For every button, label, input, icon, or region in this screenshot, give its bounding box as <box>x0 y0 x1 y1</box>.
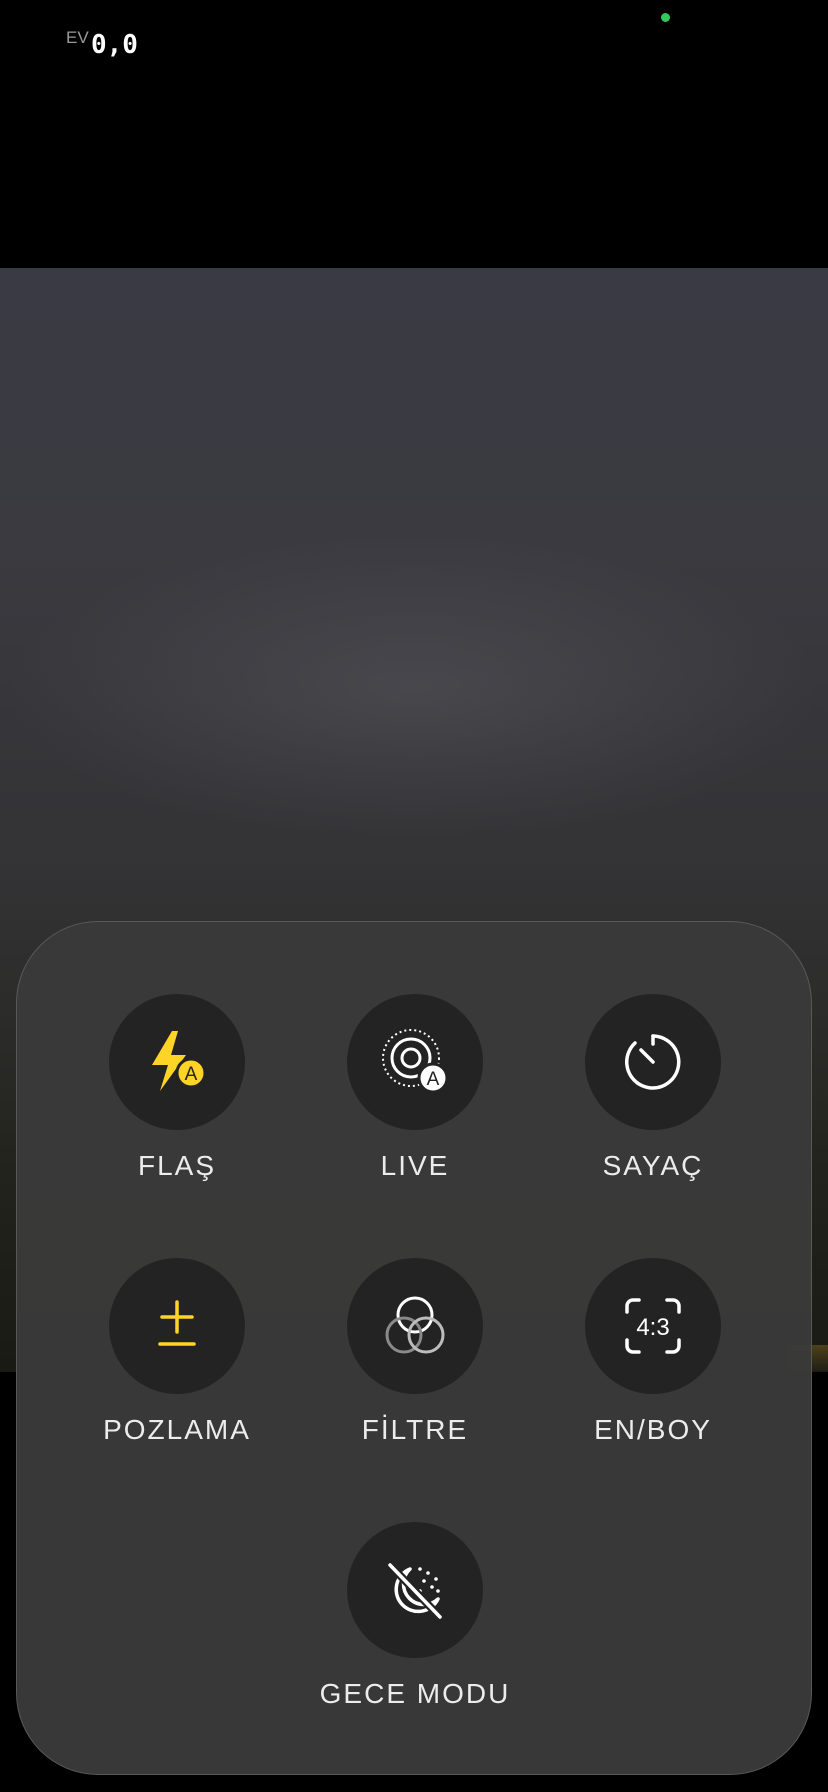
flash-control[interactable]: A FLAŞ <box>57 994 297 1182</box>
exposure-plus-minus-icon <box>158 1300 196 1346</box>
live-photo-auto-icon: A <box>382 1029 449 1094</box>
camera-controls-panel: A FLAŞ A LIVE SAYAÇ POZLAMA FİLTRE 4:3 E… <box>16 921 812 1775</box>
aspect-ratio-icon: 4:3 <box>625 1298 681 1354</box>
night-mode-off-icon <box>387 1562 443 1620</box>
filter-control[interactable]: FİLTRE <box>295 1258 535 1446</box>
night-mode-button[interactable] <box>347 1522 483 1658</box>
night-mode-label: GECE MODU <box>319 1678 511 1709</box>
ev-label: EV <box>66 28 89 47</box>
aspect-ratio-control[interactable]: 4:3 EN/BOY <box>533 1258 773 1446</box>
flash-auto-icon: A <box>152 1031 207 1091</box>
timer-label: SAYAÇ <box>602 1150 704 1181</box>
timer-button[interactable] <box>585 994 721 1130</box>
filter-button[interactable] <box>347 1258 483 1394</box>
camera-in-use-indicator <box>661 13 670 22</box>
ev-value: 0,0 <box>91 30 138 60</box>
filter-circles-icon <box>385 1296 445 1354</box>
filter-label: FİLTRE <box>361 1414 469 1445</box>
flash-button[interactable]: A <box>109 994 245 1130</box>
live-control[interactable]: A LIVE <box>295 994 535 1182</box>
aspect-ratio-icon-text: 4:3 <box>636 1314 669 1341</box>
aspect-ratio-label: EN/BOY <box>594 1414 712 1445</box>
live-button[interactable]: A <box>347 994 483 1130</box>
timer-control[interactable]: SAYAÇ <box>533 994 773 1182</box>
aspect-ratio-button[interactable]: 4:3 <box>585 1258 721 1394</box>
svg-text:A: A <box>427 1069 440 1090</box>
exposure-control[interactable]: POZLAMA <box>57 1258 297 1446</box>
timer-icon <box>625 1034 681 1090</box>
exposure-label: POZLAMA <box>103 1414 251 1445</box>
live-label: LIVE <box>380 1150 450 1181</box>
svg-text:A: A <box>185 1064 198 1085</box>
top-bar: EV 0,0 <box>0 0 828 268</box>
night-mode-control[interactable]: GECE MODU <box>295 1522 535 1710</box>
exposure-button[interactable] <box>109 1258 245 1394</box>
flash-label: FLAŞ <box>137 1150 217 1181</box>
